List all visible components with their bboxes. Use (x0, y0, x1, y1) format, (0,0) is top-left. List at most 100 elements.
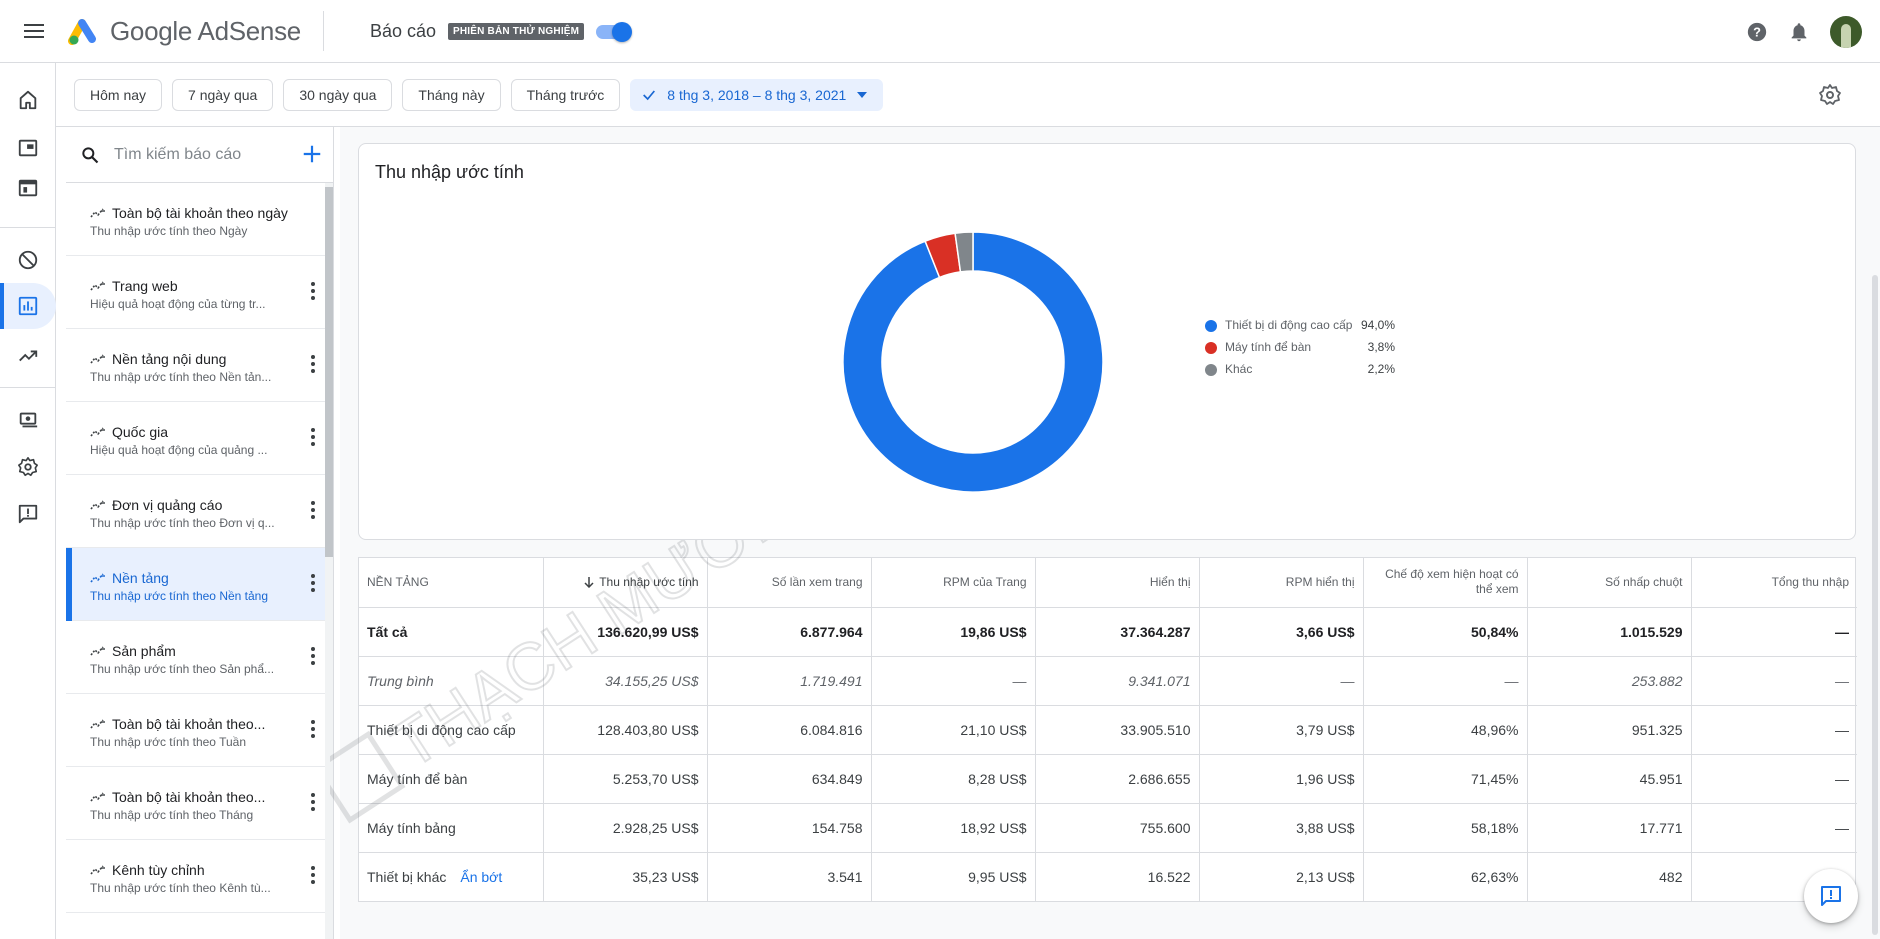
table-cell: — (1691, 705, 1857, 755)
table-cell: — (1363, 656, 1528, 706)
table-cell: 3,66 US$ (1199, 607, 1364, 657)
more-vert-icon[interactable] (311, 282, 315, 305)
table-cell: 2.928,25 US$ (543, 803, 708, 853)
filter-last-7-days[interactable]: 7 ngày qua (172, 78, 274, 111)
cell-value: 3,66 US$ (1296, 623, 1355, 640)
table-cell: 62,63% (1363, 852, 1528, 901)
more-vert-icon[interactable] (311, 647, 315, 670)
selected-date-range: 8 thg 3, 2018 – 8 thg 3, 2021 (667, 86, 847, 103)
adsense-logo-icon (68, 19, 96, 45)
cell-value: 18,92 US$ (960, 819, 1027, 836)
beta-toggle[interactable] (594, 22, 633, 42)
report-list-scrollbar[interactable] (325, 183, 333, 939)
cell-value: 9.341.071 (1128, 672, 1191, 689)
column-header[interactable]: RPM hiển thị (1199, 558, 1364, 608)
report-item[interactable]: Nền tảng nội dung Thu nhập ước tính theo … (66, 329, 325, 402)
report-item[interactable]: Nền tảng Thu nhập ước tính theo Nền tảng (66, 548, 325, 621)
beta-badge: PHIÊN BẢN THỬ NGHIỆM (448, 22, 585, 40)
donut-chart (842, 231, 1104, 493)
legend-item: Khác 2,2% (1205, 362, 1405, 376)
main-scrollbar[interactable] (1870, 127, 1880, 939)
cell-value: Thiết bị khác (367, 868, 447, 885)
more-vert-icon[interactable] (311, 355, 315, 378)
cell-value: 35,23 US$ (632, 868, 699, 885)
column-header[interactable]: Số lần xem trang (707, 558, 872, 608)
user-avatar[interactable] (1830, 15, 1862, 48)
custom-date-range-dropdown[interactable]: 8 thg 3, 2018 – 8 thg 3, 2021 (630, 78, 884, 111)
cell-value: 48,96% (1471, 721, 1519, 738)
report-settings-button[interactable] (1818, 83, 1842, 112)
more-vert-icon[interactable] (311, 574, 315, 597)
column-header[interactable]: Chế độ xem hiện hoạt có thể xem (1363, 558, 1528, 608)
cell-value: 2.686.655 (1128, 770, 1191, 787)
report-item[interactable]: Trang web Hiệu quả hoạt động của từng tr.… (66, 256, 325, 329)
table-cell: 6.084.816 (707, 705, 872, 755)
report-item[interactable]: Sản phẩm Thu nhập ước tính theo Sản phẩ..… (66, 621, 325, 694)
more-vert-icon[interactable] (311, 793, 315, 816)
table-cell: 5.253,70 US$ (543, 754, 708, 804)
column-header[interactable]: RPM của Trang (871, 558, 1036, 608)
report-subtitle: Thu nhập ước tính theo Nền tảng (90, 589, 269, 603)
nav-payments[interactable] (0, 397, 56, 443)
more-vert-icon[interactable] (311, 501, 315, 524)
settings-gear-icon (18, 457, 38, 477)
cell-value: 755.600 (1139, 819, 1191, 836)
cell-value: 1.719.491 (800, 672, 863, 689)
table-cell: — (1691, 754, 1857, 804)
feedback-fab[interactable] (1804, 869, 1858, 923)
nav-sites[interactable] (0, 165, 56, 211)
show-less-link[interactable]: Ẩn bớt (460, 869, 502, 885)
table-cell: Thiết bị di động cao cấp (359, 705, 544, 755)
main-menu-button[interactable] (0, 0, 68, 63)
cell-value: Tất cả (367, 623, 408, 640)
more-vert-icon[interactable] (311, 866, 315, 889)
report-search[interactable]: Tìm kiếm báo cáo (66, 127, 333, 183)
column-header-label: Số lần xem trang (771, 574, 863, 589)
report-title: Đơn vị quảng cáo (112, 497, 223, 513)
nav-home[interactable] (0, 77, 56, 123)
column-header[interactable]: NỀN TẢNG (359, 558, 544, 608)
cell-value: 1.015.529 (1620, 623, 1683, 640)
filter-today[interactable]: Hôm nay (74, 78, 163, 111)
filter-last-30-days[interactable]: 30 ngày qua (283, 78, 393, 111)
column-header[interactable]: Tổng thu nhập (1691, 558, 1857, 608)
help-icon[interactable]: ? (1746, 21, 1768, 43)
check-icon (643, 89, 656, 100)
cell-value: 5.253,70 US$ (612, 770, 699, 787)
nav-optimization[interactable] (0, 333, 56, 379)
more-vert-icon[interactable] (311, 428, 315, 451)
table-cell: 1,96 US$ (1199, 754, 1364, 804)
column-header[interactable]: Hiển thị (1035, 558, 1200, 608)
page-title: Báo cáo (369, 20, 437, 41)
report-item[interactable]: Quốc gia Hiệu quả hoạt động của quảng ... (66, 402, 325, 475)
report-item[interactable]: Đơn vị quảng cáo Thu nhập ước tính theo Đ… (66, 475, 325, 548)
nav-reports[interactable] (0, 283, 56, 329)
cell-value: 1,96 US$ (1296, 770, 1355, 787)
filter-last-month[interactable]: Tháng trước (510, 78, 621, 111)
nav-blocking-controls[interactable] (0, 237, 56, 283)
table-row: Máy tính để bàn 5.253,70 US$ 634.849 8,28 U… (359, 754, 1857, 804)
report-item[interactable]: Toàn bộ tài khoản theo... Thu nhập ước tí… (66, 767, 325, 840)
report-item[interactable]: Toàn bộ tài khoản theo ngày Thu nhập ước … (66, 183, 325, 256)
cell-value: 19,86 US$ (960, 623, 1027, 640)
column-header[interactable]: Thu nhập ước tính (543, 558, 708, 608)
table-cell: Tất cả (359, 607, 544, 657)
filter-this-month[interactable]: Tháng này (402, 78, 501, 111)
sparkline-icon (90, 572, 106, 584)
table-cell: 6.877.964 (707, 607, 872, 657)
notifications-bell-icon[interactable] (1788, 21, 1810, 43)
more-vert-icon[interactable] (311, 720, 315, 743)
table-cell: Máy tính để bàn (359, 754, 544, 804)
table-cell: — (1691, 656, 1857, 706)
sparkline-icon (90, 718, 106, 730)
nav-feedback[interactable] (0, 491, 56, 537)
report-item[interactable]: Kênh tùy chỉnh Thu nhập ước tính theo Kên… (66, 840, 325, 913)
column-header[interactable]: Số nhấp chuột (1527, 558, 1692, 608)
report-item[interactable]: Toàn bộ tài khoản theo... Thu nhập ước tí… (66, 694, 325, 767)
add-report-icon[interactable] (301, 143, 323, 165)
adsense-logo[interactable]: Google AdSense (68, 11, 324, 51)
table-cell: 951.325 (1527, 705, 1692, 755)
nav-account-settings[interactable] (0, 444, 56, 490)
report-title: Sản phẩm (112, 643, 176, 659)
search-input[interactable]: Tìm kiếm báo cáo (114, 146, 241, 164)
